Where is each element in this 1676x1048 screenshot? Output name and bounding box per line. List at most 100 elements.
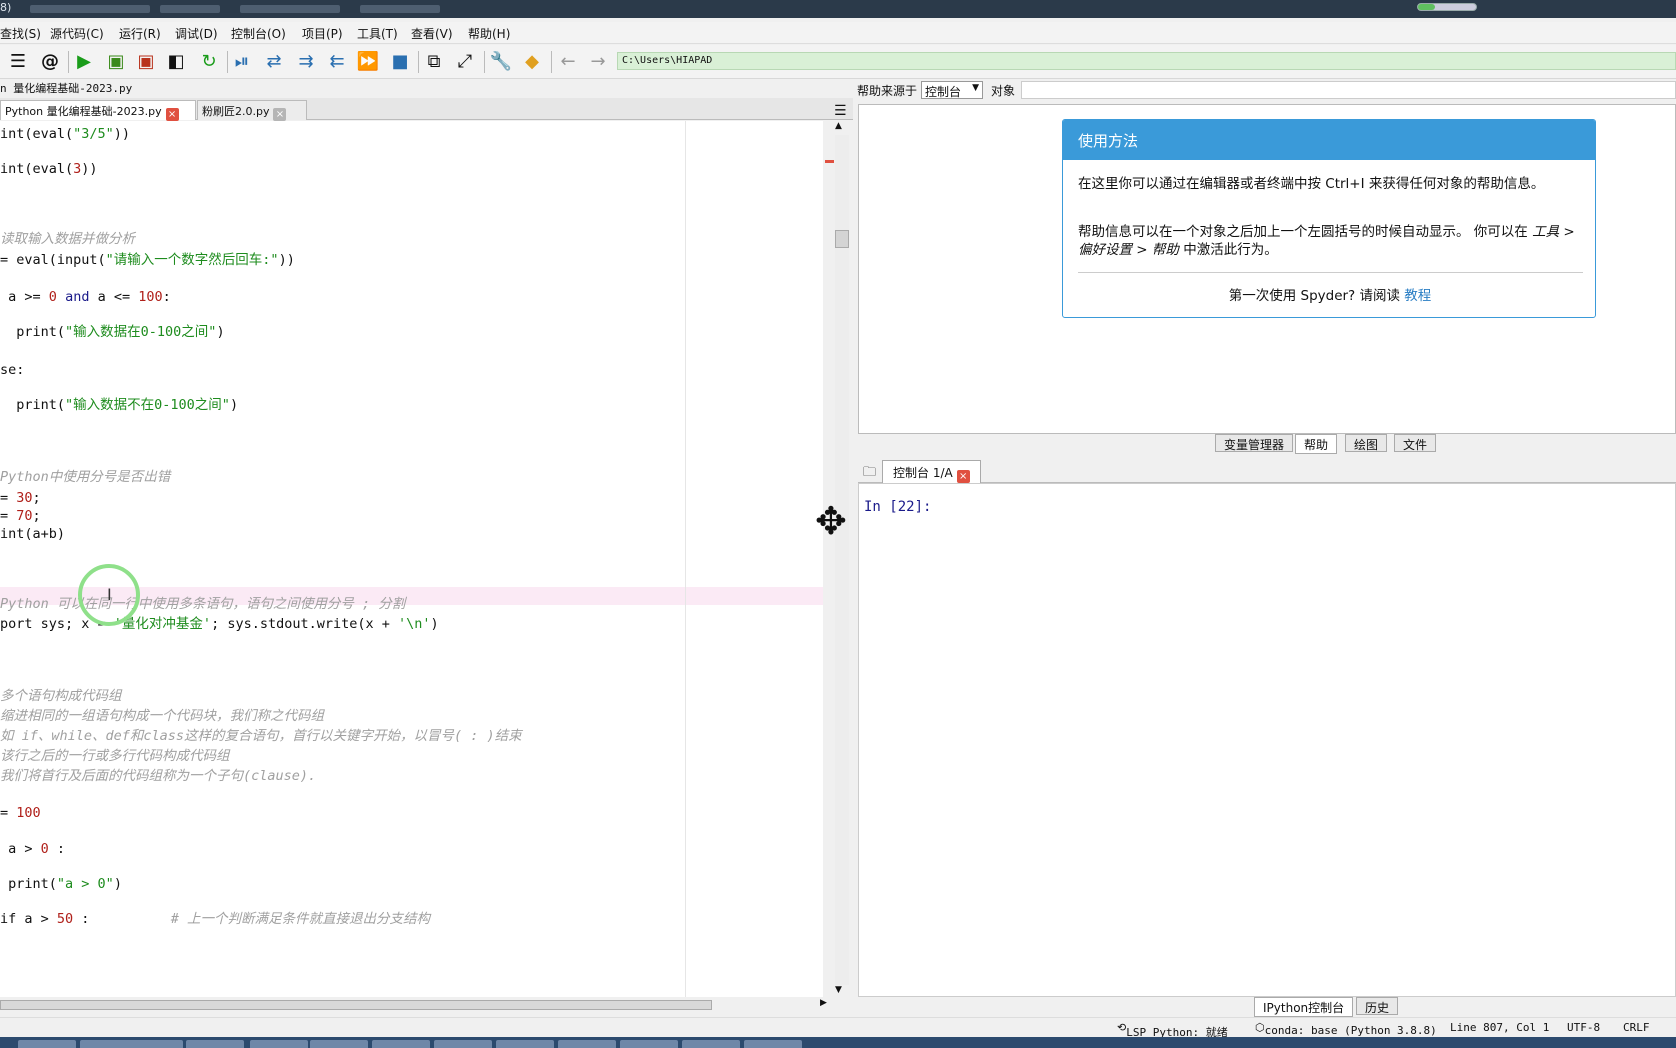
- line-length-marker: [685, 121, 686, 997]
- pane-options-icon[interactable]: ☰: [834, 103, 847, 119]
- folder-icon[interactable]: 🗀: [863, 463, 876, 485]
- preferences-icon[interactable]: 🔧: [489, 50, 513, 74]
- code-editor[interactable]: int(eval("3/5")) int(eval(3)) 读取输入数据并做分析 = …: [0, 121, 823, 997]
- menu-run[interactable]: 运行(R): [119, 25, 161, 42]
- blurred-title-text: [240, 5, 340, 13]
- stop-icon[interactable]: ■: [388, 50, 412, 74]
- tab-plots[interactable]: 绘图: [1345, 434, 1388, 452]
- python-path-icon[interactable]: ◆: [520, 50, 544, 74]
- menu-console[interactable]: 控制台(O): [231, 25, 286, 42]
- scrollbar-thumb[interactable]: [835, 230, 849, 248]
- scroll-right-icon[interactable]: ▶: [820, 998, 827, 1008]
- ipython-console[interactable]: [858, 483, 1676, 997]
- code-line: Python 可以在同一行中使用多条语句，语句之间使用分号 ; 分割: [0, 596, 406, 612]
- at-icon[interactable]: @: [38, 50, 62, 74]
- window-title-bar: 8): [0, 0, 1676, 18]
- usage-paragraph-1: 在这里你可以通过在编辑器或者终端中按 Ctrl+I 来获得任何对象的帮助信息。: [1078, 176, 1545, 192]
- object-label: 对象: [991, 84, 1016, 98]
- blurred-title-text: [360, 5, 440, 13]
- object-input[interactable]: [1021, 81, 1676, 99]
- code-line: port sys; x = '量化对冲基金'; sys.stdout.write…: [0, 616, 439, 632]
- code-line: int(a+b): [0, 526, 66, 542]
- menu-help[interactable]: 帮助(H): [468, 25, 510, 42]
- tab-history[interactable]: 历史: [1356, 997, 1399, 1015]
- code-line: = 70;: [0, 508, 41, 524]
- file-encoding: UTF-8: [1567, 1021, 1601, 1034]
- menu-search[interactable]: 查找(S): [0, 25, 41, 42]
- os-taskbar: [0, 1037, 1676, 1048]
- menu-view[interactable]: 查看(V): [411, 25, 453, 42]
- tutorial-link[interactable]: 教程: [1404, 288, 1431, 304]
- window-title: 8): [0, 1, 12, 14]
- close-icon[interactable]: ×: [956, 470, 970, 483]
- code-line: if a > 50 : # 上一个判断满足条件就直接退出分支结构: [0, 911, 430, 927]
- menu-source[interactable]: 源代码(C): [50, 25, 104, 42]
- code-line: 我们将首行及后面的代码组称为一个子句(clause).: [0, 768, 317, 784]
- menu-bar: 查找(S) 源代码(C) 运行(R) 调试(D) 控制台(O) 项目(P) 工具…: [0, 22, 1676, 44]
- editor-file-label: n 量化编程基础-2023.py: [0, 82, 133, 95]
- scroll-up-icon[interactable]: ▲: [835, 121, 842, 131]
- usage-footer: 第一次使用 Spyder? 请阅读 教程: [1228, 288, 1432, 304]
- rerun-icon[interactable]: ↻: [197, 50, 221, 74]
- step-into-icon[interactable]: ⇉: [294, 50, 318, 74]
- editor-tab-bar: Python 量化编程基础-2023.py × 粉刷匠2.0.py ×: [0, 98, 853, 121]
- code-line: 多个语句构成代码组: [0, 688, 122, 704]
- fullscreen-icon[interactable]: ⤢: [453, 50, 477, 74]
- code-line: 如 if、while、def和class这样的复合语句，首行以关键字开始，以冒号…: [0, 728, 522, 744]
- help-source-select[interactable]: 控制台 ▼: [921, 81, 983, 99]
- continue-icon[interactable]: ⏩: [356, 50, 380, 74]
- close-icon[interactable]: ×: [273, 108, 287, 121]
- editor-tab-label: Python 量化编程基础-2023.py: [5, 105, 162, 118]
- help-source-label: 帮助来源于: [857, 84, 918, 98]
- scrollbar-thumb[interactable]: [0, 1000, 712, 1010]
- scroll-down-icon[interactable]: ▼: [835, 985, 842, 995]
- editor-tab-main[interactable]: Python 量化编程基础-2023.py ×: [0, 100, 196, 121]
- menu-debug[interactable]: 调试(D): [175, 25, 218, 42]
- outline-icon[interactable]: ☰: [6, 50, 30, 74]
- help-source-value: 控制台: [925, 85, 962, 99]
- working-directory-field[interactable]: C:\Users\HIAPAD: [617, 52, 1676, 70]
- debug-icon[interactable]: ⏯: [230, 50, 254, 74]
- editor-vertical-scrollbar[interactable]: ▲ ▼: [823, 121, 853, 997]
- run-selection-icon[interactable]: ◧: [164, 50, 188, 74]
- back-arrow-icon[interactable]: ←: [556, 50, 580, 74]
- lsp-status: ⟲ LSP Python: 就绪: [1117, 1021, 1228, 1039]
- code-line: = 30;: [0, 490, 41, 506]
- tab-variable-explorer[interactable]: 变量管理器: [1215, 434, 1294, 452]
- usage-card: 使用方法 在这里你可以通过在编辑器或者终端中按 Ctrl+I 来获得任何对象的帮…: [1062, 119, 1596, 318]
- console-tab[interactable]: 控制台 1/A ×: [882, 460, 981, 483]
- tab-files[interactable]: 文件: [1394, 434, 1437, 452]
- blurred-title-text: [30, 5, 150, 13]
- close-icon[interactable]: ×: [165, 108, 179, 121]
- code-line: int(eval(3)): [0, 161, 98, 177]
- code-line: 缩进相同的一组语句构成一个代码块，我们称之代码组: [0, 708, 324, 724]
- run-cell-advance-icon[interactable]: ▣: [134, 50, 158, 74]
- code-line: print("a > 0"): [0, 876, 122, 892]
- menu-tools[interactable]: 工具(T): [357, 25, 398, 42]
- code-line: print("输入数据在0-100之间"): [0, 324, 225, 340]
- menu-projects[interactable]: 项目(P): [302, 25, 343, 42]
- code-line: se:: [0, 362, 25, 378]
- run-cell-icon[interactable]: ▣: [104, 50, 128, 74]
- editor-tab-label: 粉刷匠2.0.py: [202, 105, 270, 118]
- chevron-down-icon: ▼: [972, 83, 979, 93]
- code-line: 该行之后的一行或多行代码构成代码组: [0, 748, 230, 764]
- editor-horizontal-scrollbar[interactable]: ▶: [0, 997, 830, 1013]
- code-line: print("输入数据不在0-100之间"): [0, 397, 239, 413]
- forward-arrow-icon[interactable]: →: [586, 50, 610, 74]
- error-marker: [825, 160, 834, 163]
- move-cursor-icon: ✥: [815, 499, 847, 543]
- step-return-icon[interactable]: ⇇: [325, 50, 349, 74]
- status-bar: ⟲ LSP Python: 就绪 ⬡ conda: base (Python 3.8…: [0, 1017, 1676, 1039]
- progress-indicator: [1417, 3, 1477, 11]
- tab-ipython-console[interactable]: IPython控制台: [1254, 997, 1354, 1017]
- console-tab-label: 控制台 1/A: [893, 466, 953, 480]
- main-toolbar: ☰ @ ▶ ▣ ▣ ◧ ↻ ⏯ ⇄ ⇉ ⇇ ⏩ ■ ⧉ ⤢ 🔧 ◆ ← → C:…: [0, 45, 1676, 79]
- step-icon[interactable]: ⇄: [262, 50, 286, 74]
- editor-tab-second[interactable]: 粉刷匠2.0.py ×: [197, 100, 307, 121]
- tab-help[interactable]: 帮助: [1295, 434, 1338, 454]
- cursor-position: Line 807, Col 1: [1450, 1021, 1550, 1034]
- code-line: 读取输入数据并做分析: [0, 231, 135, 247]
- maximize-pane-icon[interactable]: ⧉: [422, 50, 446, 74]
- run-icon[interactable]: ▶: [72, 50, 96, 74]
